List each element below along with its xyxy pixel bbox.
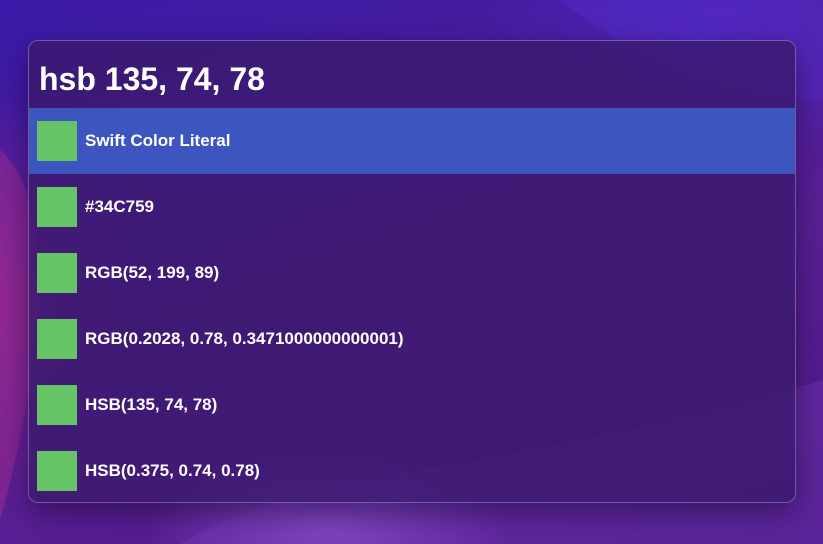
result-item-hsb-int[interactable]: HSB(135, 74, 78) xyxy=(29,372,795,438)
result-item-hsb-float[interactable]: HSB(0.375, 0.74, 0.78) xyxy=(29,438,795,502)
color-swatch xyxy=(37,385,77,425)
results-list: Swift Color Literal #34C759 RGB(52, 199,… xyxy=(29,108,795,502)
color-swatch xyxy=(37,187,77,227)
result-item-swift-color-literal[interactable]: Swift Color Literal xyxy=(29,108,795,174)
color-swatch xyxy=(37,253,77,293)
color-picker-panel: hsb 135, 74, 78 Swift Color Literal #34C… xyxy=(28,40,796,503)
result-label: Swift Color Literal xyxy=(85,131,231,150)
result-item-hex[interactable]: #34C759 xyxy=(29,174,795,240)
result-label: #34C759 xyxy=(85,197,155,216)
result-label: RGB(0.2028, 0.78, 0.3471000000000001) xyxy=(85,329,404,348)
color-swatch xyxy=(37,451,77,491)
result-label: HSB(135, 74, 78) xyxy=(85,395,218,414)
result-item-rgb-int[interactable]: RGB(52, 199, 89) xyxy=(29,240,795,306)
result-label: HSB(0.375, 0.74, 0.78) xyxy=(85,461,260,480)
result-item-rgb-float[interactable]: RGB(0.2028, 0.78, 0.3471000000000001) xyxy=(29,306,795,372)
color-swatch xyxy=(37,319,77,359)
color-swatch xyxy=(37,121,77,161)
search-query[interactable]: hsb 135, 74, 78 xyxy=(39,59,265,99)
result-label: RGB(52, 199, 89) xyxy=(85,263,220,282)
